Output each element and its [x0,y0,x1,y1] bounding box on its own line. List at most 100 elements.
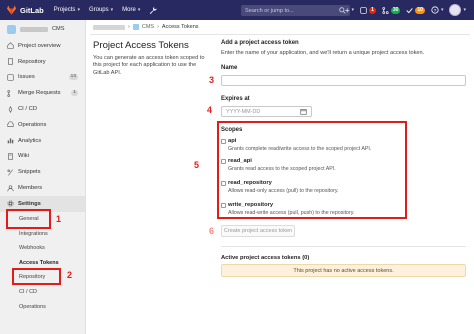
sidebar-item-wiki[interactable]: Wiki [0,149,85,165]
new-dropdown[interactable]: + ▾ [345,6,354,15]
gitlab-logo-icon [6,5,17,15]
annotation-number-1: 1 [56,214,62,224]
users-icon [7,184,14,191]
sidebar-item-merge-requests[interactable]: Merge Requests 1 [0,85,85,101]
annotation-number-4: 4 [207,105,213,115]
project-namespace-redacted [20,26,48,32]
sidebar-item-label: Merge Requests [18,90,61,97]
merge-requests-count: 30 [390,6,401,14]
rocket-icon [8,105,13,113]
help-dropdown[interactable]: ? ▾ [431,6,444,14]
nav-more-label: More [122,7,136,13]
sidebar-item-label: Issues [18,74,35,81]
breadcrumb: › CMS › Access Tokens [93,24,199,30]
search-placeholder: Search or jump to... [245,7,294,14]
sidebar-item-analytics[interactable]: Analytics [0,133,85,149]
form-title: Add a project access token [221,40,299,46]
gitlab-logo[interactable]: GitLab [6,5,44,15]
project-avatar [7,24,16,34]
section-divider [221,246,466,247]
sidebar-item-repository[interactable]: Repository [0,54,85,70]
name-label: Name [221,65,238,71]
nav-groups[interactable]: Groups ▾ [89,7,113,13]
sidebar-item-label: Members [18,185,43,192]
wrench-icon [150,6,157,14]
sidebar-item-project-overview[interactable]: Project overview [0,38,85,54]
merge-requests-count-badge: 1 [71,90,78,97]
sidebar-subitem-operations[interactable]: Operations [0,299,85,314]
nav-groups-label: Groups [88,7,109,13]
merge-request-icon [7,89,11,97]
merge-requests-badge[interactable]: 30 [382,6,401,14]
chevron-down-icon: ▾ [110,7,114,13]
todo-icon [406,7,414,13]
sidebar-item-issues[interactable]: Issues 13 [0,70,85,86]
cloud-icon [7,121,14,128]
chart-icon [7,138,14,144]
sidebar-item-operations[interactable]: Operations [0,117,85,133]
gitlab-logo-text: GitLab [20,5,44,15]
annotation-number-2: 2 [67,270,73,280]
project-avatar-small [132,24,139,30]
sidebar-subitem-ci-cd[interactable]: CI / CD [0,285,85,300]
navbar-right: + ▾ 1 30 10 ? ▾ ▾ [345,4,466,16]
breadcrumb-separator: › [157,24,159,30]
calendar-icon [300,109,307,115]
merge-request-icon [382,6,389,14]
annotation-number-6: 6 [209,226,215,236]
nav-more[interactable]: More ▾ [122,7,140,13]
annotation-number-5: 5 [194,160,200,170]
no-active-tokens-alert: This project has no active access tokens… [221,264,466,277]
page-description: You can generate an access token scoped … [93,55,205,76]
annotation-box-access-tokens [12,268,61,285]
sidebar: CMS Project overview Repository Issues 1… [0,20,86,334]
expires-label: Expires at [221,96,250,102]
issues-icon [360,6,367,14]
todos-badge[interactable]: 10 [406,6,425,14]
sidebar-item-label: Analytics [18,137,42,144]
user-menu[interactable]: ▾ [449,4,466,16]
avatar [449,4,462,16]
chevron-down-icon: ▾ [440,7,444,13]
active-tokens-title: Active project access tokens (0) [221,255,310,261]
book-icon [8,58,13,65]
sidebar-item-label: Project overview [18,42,61,49]
plus-icon: + [344,5,350,15]
nav-projects[interactable]: Projects ▾ [54,7,80,13]
search-input[interactable]: Search or jump to... [241,5,350,16]
sidebar-subitem-webhooks[interactable]: Webhooks [0,241,85,256]
nav-projects-label: Projects [53,7,76,13]
create-token-button[interactable]: Create project access token [221,225,295,237]
form-description: Enter the name of your application, and … [221,50,425,56]
header-divider [90,34,470,35]
sidebar-item-members[interactable]: Members [0,180,85,196]
breadcrumb-namespace-redacted[interactable] [93,24,125,30]
annotation-box-settings [6,209,51,229]
annotation-number-3: 3 [209,75,215,85]
sidebar-item-snippets[interactable]: Snippets [0,164,85,180]
expires-placeholder: YYYY-MM-DD [226,108,261,115]
breadcrumb-project[interactable]: CMS [142,24,154,30]
sidebar-item-ci-cd[interactable]: CI / CD [0,101,85,117]
issues-count-badge: 13 [68,74,78,81]
svg-text:?: ? [434,8,437,14]
gear-icon [7,200,14,207]
breadcrumb-current[interactable]: Access Tokens [162,24,199,30]
sidebar-project-header[interactable]: CMS [0,20,85,38]
chevron-down-icon: ▾ [351,7,355,13]
admin-wrench-icon[interactable] [149,6,157,14]
help-icon: ? [431,6,439,14]
expires-date-field[interactable]: YYYY-MM-DD [221,106,312,117]
sidebar-item-label: Settings [18,200,41,207]
top-navbar: GitLab Projects ▾ Groups ▾ More ▾ Search or… [0,0,474,20]
page-title: Project Access Tokens [93,40,189,51]
todos-count: 10 [415,6,425,14]
issues-count: 1 [369,6,376,14]
issues-badge[interactable]: 1 [360,6,376,14]
chevron-down-icon: ▾ [463,7,466,13]
book-icon [8,153,13,160]
chevron-down-icon: ▾ [137,7,141,13]
chevron-down-icon: ▾ [77,7,80,13]
name-field[interactable] [221,75,466,86]
breadcrumb-separator: › [128,24,130,30]
